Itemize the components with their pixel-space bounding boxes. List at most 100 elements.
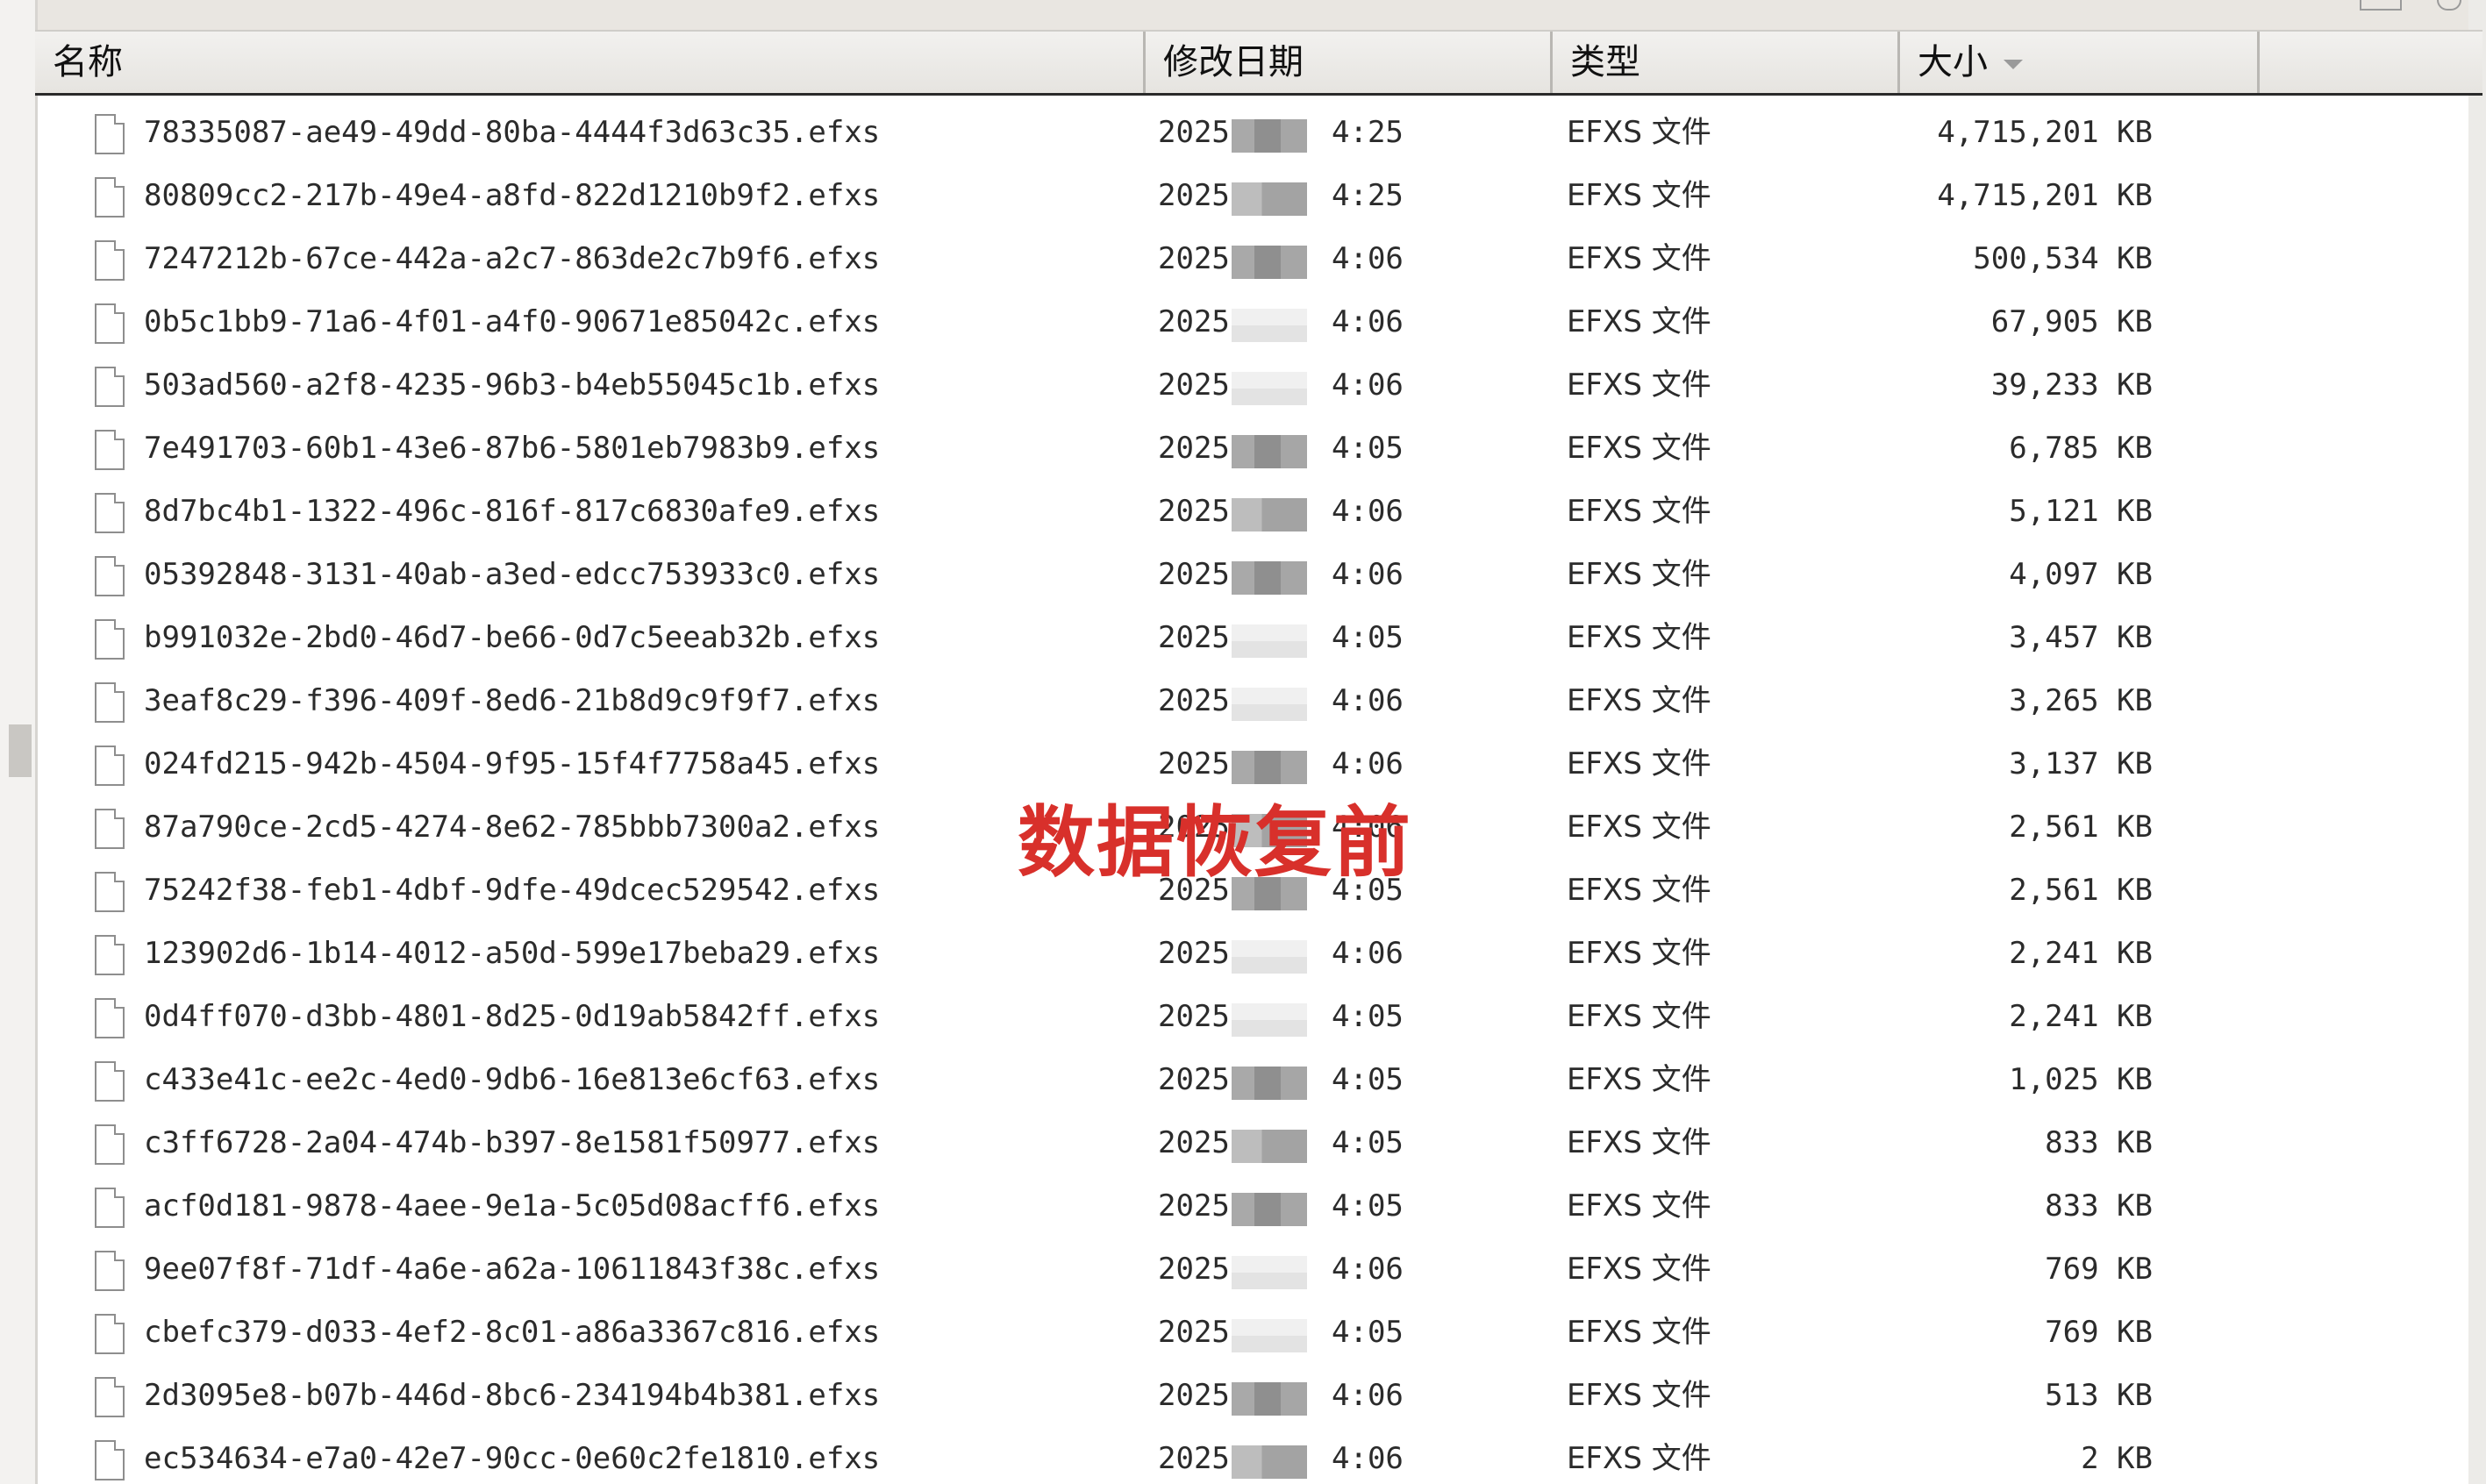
file-size: 3,457 KB: [2009, 620, 2153, 655]
redacted-date-block: [1232, 309, 1307, 342]
file-name: 0d4ff070-d3bb-4801-8d25-0d19ab5842ff.efx…: [144, 999, 881, 1034]
modified-year: 2025: [1158, 494, 1230, 529]
modified-year: 2025: [1158, 178, 1230, 213]
modified-year: 2025: [1158, 999, 1230, 1034]
file-row[interactable]: 2d3095e8-b07b-446d-8bc6-234194b4b381.efx…: [35, 1358, 2468, 1421]
file-size: 6,785 KB: [2009, 431, 2153, 466]
modified-time: 4:05: [1332, 1315, 1404, 1350]
redacted-date-block: [1232, 1319, 1307, 1352]
file-name: 0b5c1bb9-71a6-4f01-a4f0-90671e85042c.efx…: [144, 304, 881, 339]
file-icon: [95, 1188, 125, 1228]
file-size: 5,121 KB: [2009, 494, 2153, 529]
file-row[interactable]: 0d4ff070-d3bb-4801-8d25-0d19ab5842ff.efx…: [35, 979, 2468, 1042]
file-row[interactable]: 123902d6-1b14-4012-a50d-599e17beba29.efx…: [35, 916, 2468, 979]
redacted-date-block: [1232, 1067, 1307, 1100]
file-type: EFXS 文件: [1567, 1315, 1711, 1350]
modified-time: 4:06: [1332, 367, 1404, 403]
file-name: acf0d181-9878-4aee-9e1a-5c05d08acff6.efx…: [144, 1188, 881, 1224]
file-size: 67,905 KB: [1990, 304, 2153, 339]
view-toggle-icon[interactable]: [2360, 0, 2402, 11]
modified-time: 4:06: [1332, 746, 1404, 781]
file-type: EFXS 文件: [1567, 683, 1711, 718]
file-row[interactable]: 503ad560-a2f8-4235-96b3-b4eb55045c1b.efx…: [35, 347, 2468, 410]
file-icon: [95, 1440, 125, 1480]
file-name: 024fd215-942b-4504-9f95-15f4f7758a45.efx…: [144, 746, 881, 781]
redacted-date-block: [1232, 1003, 1307, 1037]
file-type: EFXS 文件: [1567, 810, 1711, 845]
file-type: EFXS 文件: [1567, 115, 1711, 150]
file-type: EFXS 文件: [1567, 999, 1711, 1034]
file-row[interactable]: 9ee07f8f-71df-4a6e-a62a-10611843f38c.efx…: [35, 1231, 2468, 1295]
file-type: EFXS 文件: [1567, 1188, 1711, 1224]
vertical-scrollbar[interactable]: [2468, 0, 2486, 1484]
file-row[interactable]: 80809cc2-217b-49e4-a8fd-822d1210b9f2.efx…: [35, 158, 2468, 221]
file-icon: [95, 809, 125, 849]
modified-time: 4:06: [1332, 936, 1404, 971]
column-header-size[interactable]: 大小: [1900, 32, 2260, 93]
file-row[interactable]: ec534634-e7a0-42e7-90cc-0e60c2fe1810.efx…: [35, 1421, 2468, 1484]
file-type: EFXS 文件: [1567, 178, 1711, 213]
modified-time: 4:06: [1332, 1378, 1404, 1413]
file-type: EFXS 文件: [1567, 557, 1711, 592]
file-type: EFXS 文件: [1567, 936, 1711, 971]
modified-time: 4:05: [1332, 1125, 1404, 1160]
file-name: 2d3095e8-b07b-446d-8bc6-234194b4b381.efx…: [144, 1378, 881, 1413]
file-type: EFXS 文件: [1567, 431, 1711, 466]
column-header-name-label: 名称: [53, 42, 123, 82]
file-size: 513 KB: [2045, 1378, 2153, 1413]
file-icon: [95, 1377, 125, 1417]
modified-time: 4:06: [1332, 241, 1404, 276]
modified-year: 2025: [1158, 936, 1230, 971]
file-type: EFXS 文件: [1567, 494, 1711, 529]
file-type: EFXS 文件: [1567, 367, 1711, 403]
file-row[interactable]: cbefc379-d033-4ef2-8c01-a86a3367c816.efx…: [35, 1295, 2468, 1358]
file-name: 75242f38-feb1-4dbf-9dfe-49dcec529542.efx…: [144, 873, 881, 908]
file-type: EFXS 文件: [1567, 1378, 1711, 1413]
file-row[interactable]: acf0d181-9878-4aee-9e1a-5c05d08acff6.efx…: [35, 1168, 2468, 1231]
file-name: 3eaf8c29-f396-409f-8ed6-21b8d9c9f9f7.efx…: [144, 683, 881, 718]
file-row[interactable]: 05392848-3131-40ab-a3ed-edcc753933c0.efx…: [35, 537, 2468, 600]
file-size: 39,233 KB: [1990, 367, 2153, 403]
modified-time: 4:05: [1332, 431, 1404, 466]
file-type: EFXS 文件: [1567, 1441, 1711, 1476]
help-icon[interactable]: [2437, 0, 2461, 11]
file-row[interactable]: 7247212b-67ce-442a-a2c7-863de2c7b9f6.efx…: [35, 221, 2468, 284]
file-row[interactable]: 8d7bc4b1-1322-496c-816f-817c6830afe9.efx…: [35, 474, 2468, 537]
file-row[interactable]: c433e41c-ee2c-4ed0-9db6-16e813e6cf63.efx…: [35, 1042, 2468, 1105]
modified-time: 4:05: [1332, 620, 1404, 655]
column-header-type[interactable]: 类型: [1553, 32, 1900, 93]
file-size: 769 KB: [2045, 1252, 2153, 1287]
modified-year: 2025: [1158, 115, 1230, 150]
file-name: b991032e-2bd0-46d7-be66-0d7c5eeab32b.efx…: [144, 620, 881, 655]
file-row[interactable]: 7e491703-60b1-43e6-87b6-5801eb7983b9.efx…: [35, 410, 2468, 474]
file-size: 4,715,201 KB: [1937, 178, 2153, 213]
modified-time: 4:06: [1332, 494, 1404, 529]
redacted-date-block: [1232, 940, 1307, 974]
file-row[interactable]: 0b5c1bb9-71a6-4f01-a4f0-90671e85042c.efx…: [35, 284, 2468, 347]
redacted-date-block: [1232, 498, 1307, 532]
file-row[interactable]: c3ff6728-2a04-474b-b397-8e1581f50977.efx…: [35, 1105, 2468, 1168]
column-header-modified-label: 修改日期: [1163, 42, 1304, 82]
modified-time: 4:05: [1332, 999, 1404, 1034]
file-icon: [95, 872, 125, 912]
file-type: EFXS 文件: [1567, 620, 1711, 655]
file-icon: [95, 935, 125, 975]
file-size: 769 KB: [2045, 1315, 2153, 1350]
file-name: c433e41c-ee2c-4ed0-9db6-16e813e6cf63.efx…: [144, 1062, 881, 1097]
modified-year: 2025: [1158, 557, 1230, 592]
window-top-strip: [0, 0, 2486, 30]
pane-splitter[interactable]: [9, 724, 32, 777]
modified-year: 2025: [1158, 1188, 1230, 1224]
file-row[interactable]: b991032e-2bd0-46d7-be66-0d7c5eeab32b.efx…: [35, 600, 2468, 663]
file-size: 1,025 KB: [2009, 1062, 2153, 1097]
file-row[interactable]: 3eaf8c29-f396-409f-8ed6-21b8d9c9f9f7.efx…: [35, 663, 2468, 726]
modified-time: 4:25: [1332, 178, 1404, 213]
file-icon: [95, 493, 125, 533]
file-row[interactable]: 78335087-ae49-49dd-80ba-4444f3d63c35.efx…: [35, 95, 2468, 158]
modified-year: 2025: [1158, 241, 1230, 276]
column-header-name[interactable]: 名称: [35, 32, 1146, 93]
watermark-label: 数据恢复前: [1018, 797, 1413, 888]
column-header-modified[interactable]: 修改日期: [1146, 32, 1553, 93]
column-header-size-label: 大小: [1918, 42, 1988, 82]
file-icon: [95, 1314, 125, 1354]
